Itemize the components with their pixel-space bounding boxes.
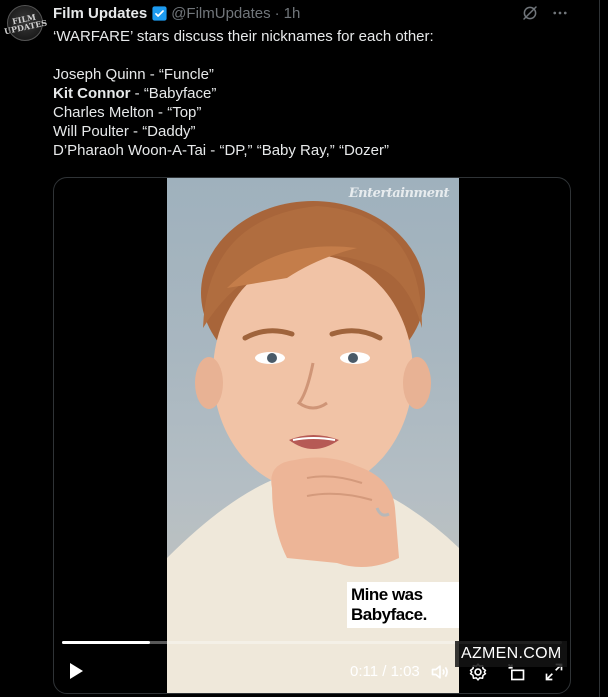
progress-fill xyxy=(62,641,150,644)
nickname-line: Will Poulter - “Daddy” xyxy=(53,122,573,141)
play-icon[interactable] xyxy=(68,662,84,680)
actor-name: D’Pharaoh Woon-A-Tai xyxy=(53,142,207,159)
nickname: - “Funcle” xyxy=(145,66,214,83)
nickname-line: Kit Connor - “Babyface” xyxy=(53,84,573,103)
time-display: 0:11 / 1:03 xyxy=(350,663,420,680)
verified-badge-icon xyxy=(152,5,167,21)
avatar[interactable]: FILM UPDATES xyxy=(4,5,48,41)
actor-name: Charles Melton xyxy=(53,104,154,121)
actor-name: Joseph Quinn xyxy=(53,66,146,83)
header-actions xyxy=(521,4,569,22)
nickname: - “Babyface” xyxy=(130,85,217,102)
video-frame[interactable]: Entertainment Mine was Babyface. xyxy=(167,178,459,693)
nickname-line: Joseph Quinn - “Funcle” xyxy=(53,65,573,84)
nickname: - “Daddy” xyxy=(128,123,196,140)
author-name[interactable]: Film Updates xyxy=(53,5,147,22)
video-caption: Mine was Babyface. xyxy=(347,582,459,628)
grok-icon[interactable] xyxy=(521,4,539,22)
tweet-text: ‘WARFARE’ stars discuss their nicknames … xyxy=(53,27,573,160)
nickname: - “DP,” “Baby Ray,” “Dozer” xyxy=(206,142,389,159)
volume-icon[interactable] xyxy=(430,662,450,682)
video-watermark: Entertainment xyxy=(348,186,450,201)
video-player[interactable]: Entertainment Mine was Babyface. 0:11 / … xyxy=(53,177,571,694)
nickname-line: Charles Melton - “Top” xyxy=(53,103,573,122)
nickname: - “Top” xyxy=(153,104,202,121)
actor-name: Kit Connor xyxy=(53,85,131,102)
tweet-card[interactable]: FILM UPDATES Film Updates @FilmUpdates ·… xyxy=(0,0,600,697)
timestamp[interactable]: 1h xyxy=(284,5,301,22)
tweet-intro: ‘WARFARE’ stars discuss their nicknames … xyxy=(53,28,434,45)
more-icon[interactable] xyxy=(551,4,569,22)
overlay-watermark: AZMEN.COM xyxy=(455,641,568,667)
separator-dot: · xyxy=(274,4,280,22)
author-handle[interactable]: @FilmUpdates xyxy=(171,5,270,22)
avatar-text: FILM UPDATES xyxy=(3,11,49,37)
actor-name: Will Poulter xyxy=(53,123,129,140)
tweet-header: Film Updates @FilmUpdates · 1h xyxy=(53,4,300,22)
nickname-line: D’Pharaoh Woon-A-Tai - “DP,” “Baby Ray,”… xyxy=(53,141,573,160)
